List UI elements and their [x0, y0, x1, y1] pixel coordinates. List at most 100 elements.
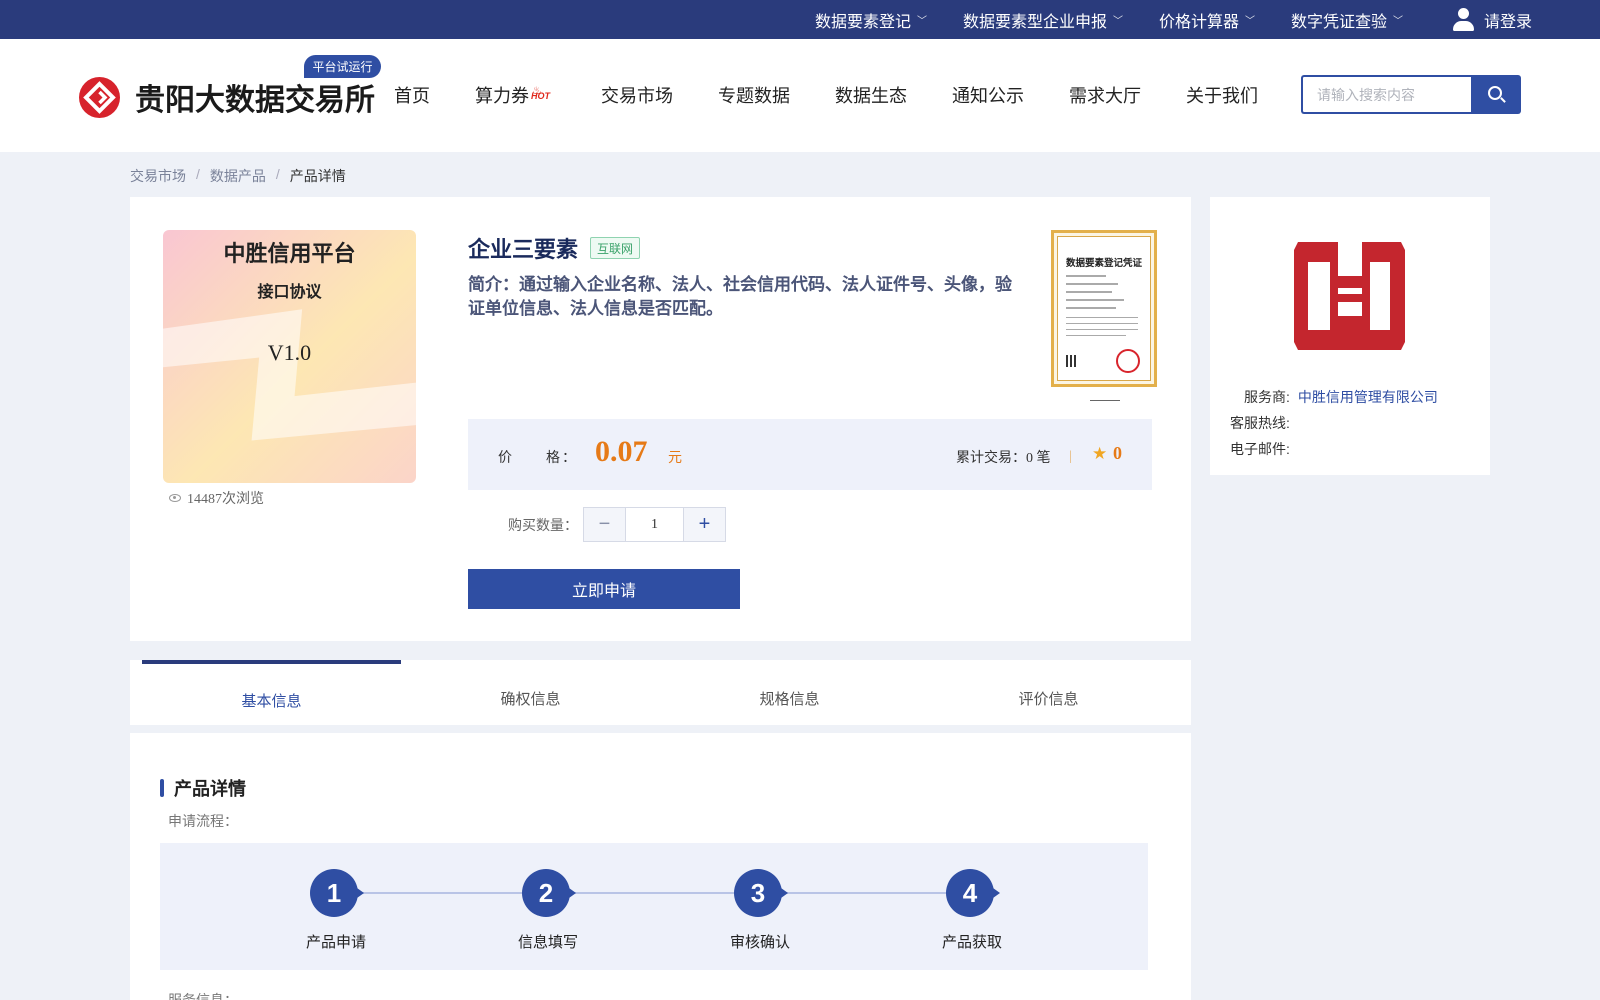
- nav-home[interactable]: 首页: [394, 82, 430, 108]
- product-details: 产品详情 申请流程： 1 2 3 4 产品申请 信息填写 审核确认 产品获取 服…: [130, 733, 1191, 1000]
- chevron-down-icon: ﹀: [917, 16, 928, 27]
- breadcrumb-separator: /: [275, 166, 280, 182]
- quantity-label: 购买数量：: [508, 519, 578, 534]
- price-label: 价 格：: [498, 451, 578, 466]
- logo-icon[interactable]: [79, 77, 120, 118]
- vendor-email: 电子邮件:: [1230, 439, 1290, 459]
- search-input[interactable]: 请输入搜索内容: [1301, 75, 1471, 114]
- breadcrumb: 交易市场 / 数据产品 / 产品详情: [130, 166, 346, 186]
- chevron-down-icon: ﹀: [1113, 16, 1124, 27]
- certificate-line: [1066, 291, 1112, 293]
- registration-certificate[interactable]: 数据要素登记凭证: [1051, 230, 1157, 387]
- login-label: 请登录: [1484, 13, 1533, 31]
- nav-notices[interactable]: 通知公示: [952, 82, 1024, 108]
- step-3-label: 审核确认: [729, 934, 790, 951]
- product-image: 中胜信用平台 接口协议 V1.0: [163, 230, 416, 483]
- qr-code-icon: [1066, 355, 1078, 367]
- view-count: 14487次浏览: [169, 488, 264, 508]
- price-unit: 元: [668, 451, 682, 466]
- top-bar: 数据要素登记 ﹀ 数据要素型企业申报 ﹀ 价格计算器 ﹀ 数字凭证查验 ﹀ 请登录: [0, 0, 1600, 39]
- product-image-shape: [163, 309, 416, 441]
- nav-about-us[interactable]: 关于我们: [1186, 82, 1258, 108]
- menu-label: 数字凭证查验: [1291, 13, 1388, 31]
- step-1: 1: [310, 869, 364, 917]
- star-icon: ★: [1092, 444, 1108, 463]
- service-info-label: 服务信息：: [168, 992, 238, 1000]
- step-4-label: 产品获取: [941, 934, 1002, 951]
- quantity-stepper: − 1 +: [583, 507, 726, 542]
- nav-compute-voucher[interactable]: 算力券: [475, 82, 529, 108]
- rating-count: 0: [1113, 443, 1122, 463]
- trade-count: 累计交易：0 笔: [956, 451, 1051, 466]
- user-icon: [1452, 7, 1474, 32]
- certificate-line: [1066, 323, 1138, 324]
- vendor-card: 服务商: 中胜信用管理有限公司 客服热线: 电子邮件:: [1210, 197, 1490, 475]
- certificate-line: [1066, 335, 1126, 336]
- trial-badge: 平台试运行: [304, 55, 381, 78]
- provider-label: 服务商:: [1244, 389, 1290, 405]
- menu-label: 数据要素登记: [815, 13, 912, 31]
- tab-spec-info[interactable]: 规格信息: [660, 660, 919, 725]
- product-image-title: 中胜信用平台: [223, 241, 356, 266]
- certificate-line: [1066, 317, 1138, 318]
- nav-trading-market[interactable]: 交易市场: [601, 82, 673, 108]
- nav-demand-hall[interactable]: 需求大厅: [1069, 82, 1141, 108]
- certificate-line: [1066, 329, 1138, 330]
- certificate-title: 数据要素登记凭证: [1065, 258, 1142, 269]
- product-image-version: V1.0: [267, 340, 312, 365]
- certificate-line: [1066, 307, 1116, 309]
- quantity-decrement-button[interactable]: −: [584, 508, 625, 541]
- step-4: 4: [946, 869, 1000, 917]
- divider: |: [1069, 449, 1072, 464]
- category-tag: 互联网: [590, 237, 641, 259]
- section-title: 产品详情: [160, 775, 246, 801]
- tab-basic-info[interactable]: 基本信息: [142, 660, 401, 725]
- menu-enterprise-declaration[interactable]: 数据要素型企业申报 ﹀: [963, 0, 1123, 39]
- quantity-increment-button[interactable]: +: [684, 508, 725, 541]
- step-2-label: 信息填写: [517, 934, 578, 951]
- search-placeholder: 请输入搜索内容: [1317, 86, 1415, 103]
- apply-now-button[interactable]: 立即申请: [468, 569, 740, 609]
- vendor-logo[interactable]: [1294, 242, 1405, 350]
- section-title-text: 产品详情: [174, 779, 246, 799]
- product-title: 企业三要素: [468, 237, 579, 262]
- login-button[interactable]: 请登录: [1452, 0, 1532, 39]
- breadcrumb-trading-market[interactable]: 交易市场: [130, 166, 186, 186]
- hot-badge: HOT: [531, 91, 550, 101]
- certificate-underline: [1090, 400, 1120, 401]
- application-flow: 1 2 3 4 产品申请 信息填写 审核确认 产品获取: [160, 843, 1148, 970]
- search-icon-handle: [1500, 97, 1506, 103]
- price-panel: 价 格： 0.07 元 累计交易：0 笔 | ★ 0: [468, 419, 1152, 490]
- view-count-text: 14487次浏览: [187, 492, 264, 507]
- breadcrumb-current: 产品详情: [289, 168, 346, 184]
- price-value: 0.07: [595, 435, 648, 468]
- logo-text[interactable]: 贵阳大数据交易所: [135, 75, 375, 119]
- step-3: 3: [734, 869, 788, 917]
- certificate-line: [1066, 275, 1106, 277]
- certificate-line: [1066, 299, 1124, 301]
- quantity-input[interactable]: 1: [625, 508, 684, 541]
- info-tabs: 基本信息 确权信息 规格信息 评价信息: [130, 660, 1191, 725]
- chevron-down-icon: ﹀: [1245, 16, 1256, 27]
- tab-review-info[interactable]: 评价信息: [919, 660, 1178, 725]
- product-image-subtitle: 接口协议: [257, 284, 322, 301]
- breadcrumb-separator: /: [196, 166, 200, 182]
- header: 贵阳大数据交易所 平台试运行 首页 算力券 ♨ HOT 交易市场 专题数据 数据…: [0, 39, 1600, 152]
- certificate-line: [1066, 283, 1118, 285]
- flow-label: 申请流程：: [168, 813, 238, 829]
- chevron-down-icon: ﹀: [1393, 16, 1404, 27]
- email-label: 电子邮件:: [1230, 441, 1290, 457]
- menu-price-calculator[interactable]: 价格计算器 ﹀: [1159, 0, 1255, 39]
- step-2: 2: [522, 869, 576, 917]
- seal-icon: [1116, 349, 1140, 373]
- nav-data-ecosystem[interactable]: 数据生态: [835, 82, 907, 108]
- nav-topic-data[interactable]: 专题数据: [718, 82, 790, 108]
- provider-name[interactable]: 中胜信用管理有限公司: [1298, 389, 1438, 405]
- product-card: 中胜信用平台 接口协议 V1.0 14487次浏览 企业三要素 互联网 简介：通…: [130, 197, 1191, 641]
- menu-certificate-check[interactable]: 数字凭证查验 ﹀: [1291, 0, 1403, 39]
- breadcrumb-data-products[interactable]: 数据产品: [210, 166, 266, 186]
- vendor-hotline: 客服热线:: [1230, 413, 1290, 433]
- search-button[interactable]: [1471, 75, 1521, 114]
- menu-data-registration[interactable]: 数据要素登记 ﹀: [815, 0, 927, 39]
- tab-ownership-info[interactable]: 确权信息: [401, 660, 660, 725]
